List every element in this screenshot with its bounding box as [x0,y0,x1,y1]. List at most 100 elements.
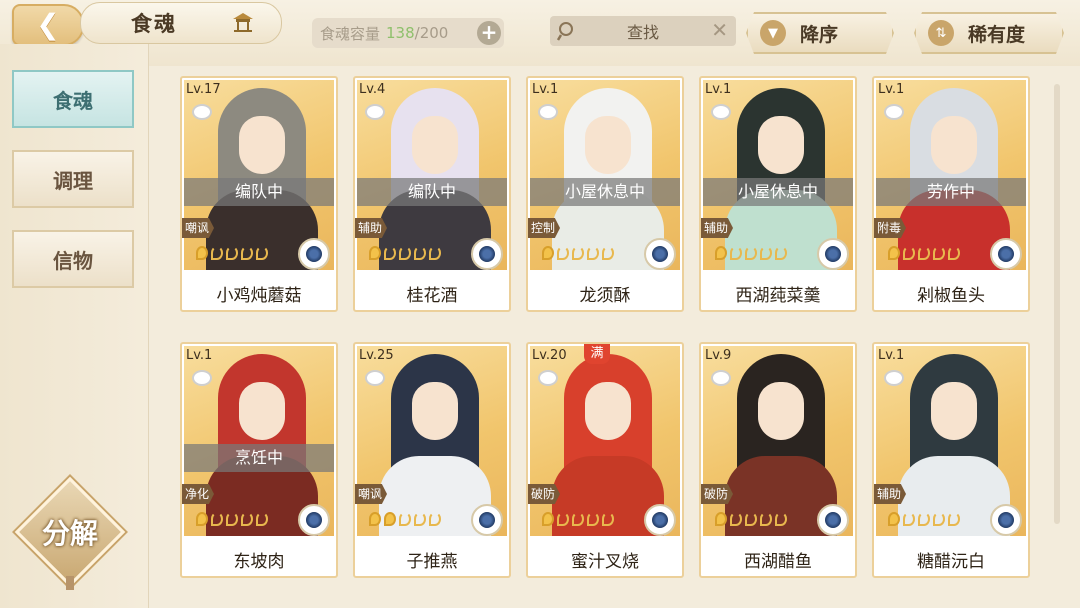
soul-card[interactable]: Lv.1 烹饪中 净化 东坡肉 [180,342,338,578]
role-tag: 辅助 [701,218,733,238]
star-icon [196,512,208,526]
lock-icon[interactable] [711,370,731,386]
sort-order-label: 降序 [800,23,839,46]
status-banner: 编队中 [184,178,334,206]
lock-icon[interactable] [365,370,385,386]
capacity-display: 食魂容量 138 /200 + [312,18,504,48]
soul-card[interactable]: Lv.1 辅助 糖醋沅白 [872,342,1030,578]
star-icon [730,246,742,260]
level-label: Lv.1 [532,82,559,97]
lock-icon[interactable] [884,104,904,120]
star-icon [888,512,900,526]
emblem-core [306,246,322,262]
star-rating [542,512,614,526]
level-label: Lv.20 [532,348,567,363]
star-icon [903,512,915,526]
soul-card[interactable]: Lv.25 嘲讽 子推燕 [353,342,511,578]
star-rating [542,246,614,260]
status-banner: 小屋休息中 [530,178,680,206]
lock-icon[interactable] [711,104,731,120]
emblem-core [825,512,841,528]
role-tag: 控制 [528,218,560,238]
element-emblem-icon [990,504,1022,536]
star-icon [933,246,945,260]
star-icon [775,246,787,260]
star-icon [211,512,223,526]
tab-token[interactable]: 信物 [12,230,134,288]
element-emblem-icon [817,238,849,270]
star-icon [918,512,930,526]
star-icon [241,246,253,260]
star-icon [572,246,584,260]
star-icon [587,512,599,526]
search-box[interactable]: 查找 ✕ [550,16,736,46]
sort-order-button[interactable]: ▼ 降序 [746,12,894,54]
star-icon [542,512,554,526]
tab-condition[interactable]: 调理 [12,150,134,208]
face-shape [239,116,285,174]
star-rating [196,512,268,526]
star-icon [715,512,727,526]
star-rating [888,512,960,526]
lock-icon[interactable] [884,370,904,386]
lock-icon[interactable] [538,370,558,386]
capacity-label: 食魂容量 [320,24,381,43]
lock-icon[interactable] [192,104,212,120]
star-icon [241,512,253,526]
pavilion-icon[interactable] [231,11,255,33]
lock-icon[interactable] [538,104,558,120]
back-button[interactable]: ❮ [12,4,84,46]
scrollbar[interactable] [1054,84,1060,524]
sort-rarity-label: 稀有度 [968,23,1026,46]
expand-capacity-button[interactable]: + [477,21,501,45]
emblem-core [998,512,1014,528]
soul-name: 糖醋沅白 [917,552,985,572]
level-label: Lv.1 [878,82,905,97]
soul-card[interactable]: Lv.20 满破防 蜜汁叉烧 [526,342,684,578]
star-icon [256,512,268,526]
search-label: 查找 [626,23,659,42]
star-icon [557,246,569,260]
level-label: Lv.1 [878,348,905,363]
star-icon [414,512,426,526]
star-icon [948,246,960,260]
star-icon [399,246,411,260]
lock-icon[interactable] [365,104,385,120]
soul-card[interactable]: Lv.17 编队中 嘲讽 小鸡炖蘑菇 [180,76,338,312]
emblem-core [479,246,495,262]
emblem-core [306,512,322,528]
star-icon [226,512,238,526]
capacity-current: 138 [386,24,415,42]
role-tag: 破防 [701,484,733,504]
lock-icon[interactable] [192,370,212,386]
face-shape [931,382,977,440]
soul-name: 西湖醋鱼 [744,552,812,572]
soul-card[interactable]: Lv.9 破防 西湖醋鱼 [699,342,857,578]
star-rating [369,246,441,260]
soul-card[interactable]: Lv.1 小屋休息中 控制 龙须酥 [526,76,684,312]
star-icon [369,512,381,526]
star-icon [542,246,554,260]
status-banner: 小屋休息中 [703,178,853,206]
tab-soul[interactable]: 食魂 [12,70,134,128]
element-emblem-icon [298,504,330,536]
status-banner: 编队中 [357,178,507,206]
sort-rarity-button[interactable]: ⇅ 稀有度 [914,12,1064,54]
face-shape [758,116,804,174]
soul-card[interactable]: Lv.1 劳作中 附毒 剁椒鱼头 [872,76,1030,312]
element-emblem-icon [817,504,849,536]
status-banner: 烹饪中 [184,444,334,472]
star-icon [715,246,727,260]
star-rating [715,246,787,260]
star-icon [760,512,772,526]
emblem-core [825,246,841,262]
clear-search-icon[interactable]: ✕ [711,18,728,42]
soul-card[interactable]: Lv.1 小屋休息中 辅助 西湖莼菜羹 [699,76,857,312]
role-tag: 附毒 [874,218,906,238]
max-badge: 满 [584,344,610,364]
role-tag: 净化 [182,484,214,504]
soul-card[interactable]: Lv.4 编队中 辅助 桂花酒 [353,76,511,312]
decompose-button[interactable]: 分解 [14,476,126,590]
decompose-label: 分解 [41,517,98,550]
star-icon [745,512,757,526]
